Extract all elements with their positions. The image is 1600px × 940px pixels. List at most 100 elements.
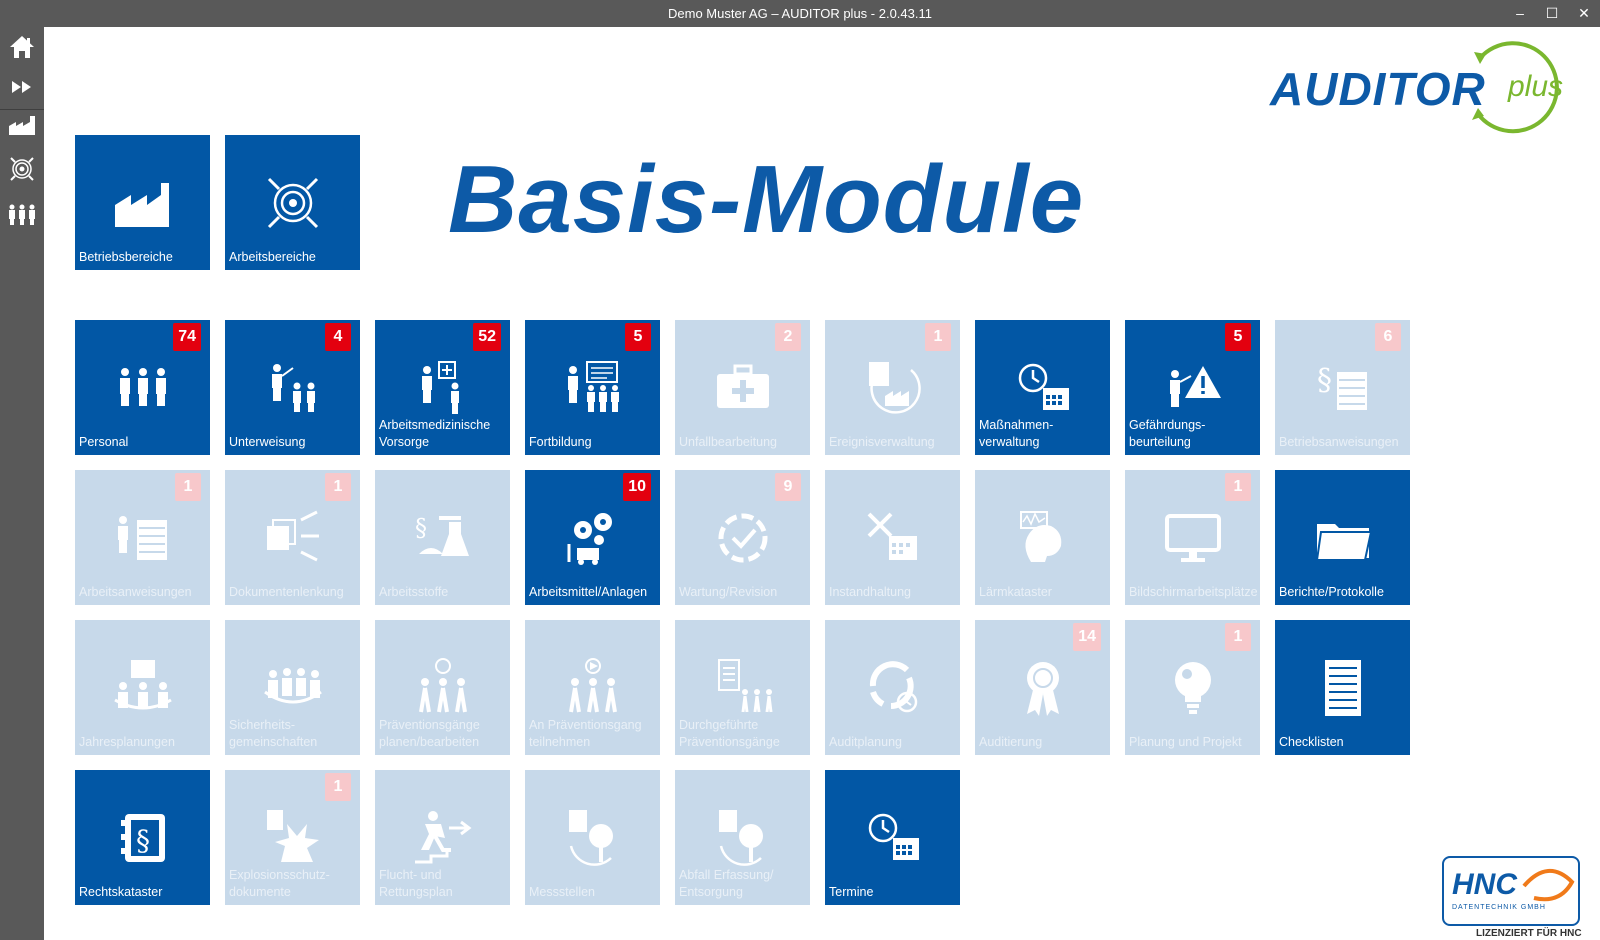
tile-berichte-protokolle[interactable]: Berichte/Protokolle [1275,470,1410,605]
license-text: LIZENZIERT FÜR HNC [1476,928,1582,939]
tile-label: Sicherheits- gemeinschaften [229,718,318,749]
tile-arbeitsmittel-anlagen[interactable]: 10 Arbeitsmittel/Anlagen [525,470,660,605]
tile-arbeitsbereiche[interactable]: Arbeitsbereiche [225,135,360,270]
close-button[interactable]: ✕ [1568,0,1600,27]
tile-sicherheits: Sicherheits- gemeinschaften [225,620,360,755]
tile-label: Instandhaltung [829,585,912,599]
count-badge: 1 [1225,623,1251,651]
maximize-button[interactable]: ☐ [1536,0,1568,27]
tools-calendar-icon [867,512,917,560]
count-badge: 5 [625,323,651,351]
tile-durchgeführte: Durchgeführte Präventionsgänge [675,620,810,755]
sidebar-item-arbeitsbereiche[interactable] [0,149,44,189]
count-badge: 1 [1225,473,1251,501]
sidebar-item-betriebsbereiche[interactable] [0,105,44,145]
tile-label: Unterweisung [229,435,306,449]
count-badge: 6 [1375,323,1401,351]
noise-icon [1019,510,1061,562]
tile-unfallbearbeitung: 2 Unfallbearbeitung [675,320,810,455]
tile-personal[interactable]: 74 Personal [75,320,210,455]
tile-label: Personal [79,435,129,449]
tile-termine[interactable]: Termine [825,770,960,905]
first-aid-icon [716,364,769,408]
tile-label: Arbeitsbereiche [229,250,316,264]
sidebar-item-forward[interactable] [0,67,44,107]
team-icon [263,667,322,703]
factory-icon [9,116,35,135]
tile-präventionsgänge: Präventionsgänge planen/bearbeiten [375,620,510,755]
svg-text:§: § [1317,363,1332,398]
tile-label: Auditplanung [829,735,902,749]
tile-lärmkataster: Lärmkataster [975,470,1110,605]
sidebar-item-personal[interactable] [0,195,44,235]
tile-gefährdungs[interactable]: 5 Gefährdungs- beurteilung [1125,320,1260,455]
tile-abfall-erfassung: Abfall Erfassung/ Entsorgung [675,770,810,905]
count-badge: 2 [775,323,801,351]
law-book-icon: § [120,813,165,862]
training-icon [567,360,619,412]
brand-auditor-text: AUDITOR [1270,63,1486,115]
tile-label: Arbeitsmedizinische Vorsorge [379,418,491,449]
minimize-button[interactable]: – [1504,0,1536,27]
tile-messstellen: Messstellen [525,770,660,905]
tile-maßnahmen[interactable]: Maßnahmen- verwaltung [975,320,1110,455]
tile-label: Präventionsgänge planen/bearbeiten [379,718,480,749]
sidebar [0,27,44,940]
count-badge: 1 [325,473,351,501]
tile-label: Planung und Projekt [1129,735,1242,749]
warning-icon [1169,365,1221,407]
people-icon [119,367,166,406]
count-badge: 1 [925,323,951,351]
walk-play-icon [568,657,617,712]
tile-label: Abfall Erfassung/ Entsorgung [679,868,774,899]
audit-cycle-icon [869,660,917,712]
window-title: Demo Muster AG – AUDITOR plus - 2.0.43.1… [668,6,932,21]
count-badge: 5 [1225,323,1251,351]
tile-label: Ereignisverwaltung [829,435,935,449]
tile-label: Bildschirmarbeitsplätze [1129,585,1258,599]
tile-label: Auditierung [979,735,1043,749]
count-badge: 1 [325,773,351,801]
medical-care-icon [421,360,459,414]
target-icon [10,157,34,181]
tile-explosionsschutz: 1 Explosionsschutz- dokumente [225,770,360,905]
factory-icon [114,182,169,227]
explosion-icon [266,809,319,862]
tile-arbeitsmedizinische[interactable]: 52 Arbeitsmedizinische Vorsorge [375,320,510,455]
walk-list-icon [717,658,772,712]
work-instruction-icon [117,515,167,560]
tile-jahresplanungen: Jahresplanungen [75,620,210,755]
clock-calendar-icon [1018,363,1069,410]
folder-icon [1315,523,1372,561]
tile-label: Flucht- und Rettungsplan [379,868,453,899]
sidebar-item-home[interactable] [0,27,44,67]
tile-unterweisung[interactable]: 4 Unterweisung [225,320,360,455]
count-badge: 4 [325,323,351,351]
tile-label: Explosionsschutz- dokumente [229,868,330,899]
tile-dokumentenlenkung: 1 Dokumentenlenkung [225,470,360,605]
tile-bildschirmarbeitsplätze: 1 Bildschirmarbeitsplätze [1125,470,1260,605]
tile-label: Gefährdungs- beurteilung [1129,418,1206,449]
count-badge: 9 [775,473,801,501]
title-bar: Demo Muster AG – AUDITOR plus - 2.0.43.1… [0,0,1600,27]
lightbulb-icon [1174,661,1211,714]
tile-planung-und-projekt: 1 Planung und Projekt [1125,620,1260,755]
auditor-plus-logo: AUDITOR plus [1270,40,1590,140]
tile-label: Arbeitsanweisungen [79,585,192,599]
tile-label: Unfallbearbeitung [679,435,777,449]
people-icon [9,204,35,225]
tile-fortbildung[interactable]: 5 Fortbildung [525,320,660,455]
document-control-icon [266,510,319,561]
target-icon [267,177,318,228]
tile-label: Berichte/Protokolle [1279,585,1384,599]
tile-label: Fortbildung [529,435,592,449]
tile-label: Jahresplanungen [79,735,175,749]
tile-betriebsbereiche[interactable]: Betriebsbereiche [75,135,210,270]
tile-flucht-und: Flucht- und Rettungsplan [375,770,510,905]
tile-rechtskataster[interactable]: § Rechtskataster [75,770,210,905]
tile-checklisten[interactable]: Checklisten [1275,620,1410,755]
tile-auditplanung: Auditplanung [825,620,960,755]
tile-label: Messstellen [529,885,595,899]
tile-label: Termine [829,885,874,899]
tile-label: Lärmkataster [979,585,1052,599]
